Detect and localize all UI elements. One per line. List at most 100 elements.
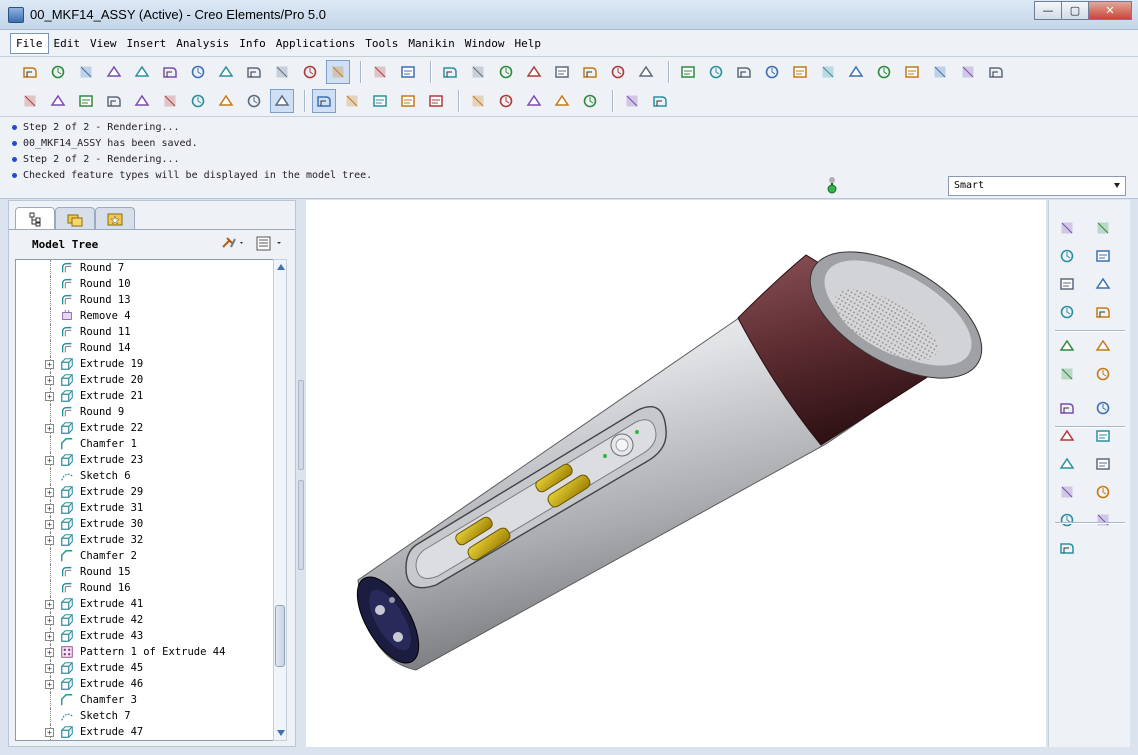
tree-item[interactable]: + Extrude 43 xyxy=(16,628,276,644)
expand-icon[interactable]: + xyxy=(45,456,54,465)
datum-point-display-button[interactable] xyxy=(368,89,392,113)
print-preview-button[interactable] xyxy=(46,60,70,84)
lights-button[interactable] xyxy=(550,89,574,113)
tree-item[interactable]: + Extrude 46 xyxy=(16,676,276,692)
tab-folder-browser[interactable] xyxy=(55,207,95,229)
refit-button[interactable] xyxy=(844,60,868,84)
tree-item[interactable]: Round 10 xyxy=(16,276,276,292)
no-hidden-button[interactable] xyxy=(242,89,266,113)
tree-item[interactable]: + Extrude 31 xyxy=(16,500,276,516)
spin-center-button[interactable] xyxy=(620,89,644,113)
shading-button[interactable] xyxy=(732,60,756,84)
wireframe-button[interactable] xyxy=(186,89,210,113)
paste-button[interactable] xyxy=(494,60,518,84)
menu-file[interactable]: File xyxy=(10,32,49,54)
appearance-button[interactable] xyxy=(466,89,490,113)
close-button[interactable]: ✕ xyxy=(1088,1,1132,20)
hidden-line-button[interactable] xyxy=(214,89,238,113)
edit-button[interactable] xyxy=(158,60,182,84)
tree-item[interactable]: Round 15 xyxy=(16,564,276,580)
regen-manager-button[interactable] xyxy=(578,60,602,84)
sketch-tool-button[interactable] xyxy=(1055,244,1079,268)
expand-icon[interactable]: + xyxy=(45,632,54,641)
help-button[interactable] xyxy=(648,89,672,113)
expand-icon[interactable]: + xyxy=(45,520,54,529)
tree-item[interactable]: Sketch 7 xyxy=(16,708,276,724)
tree-item[interactable]: + Extrude 32 xyxy=(16,532,276,548)
render-button[interactable] xyxy=(494,89,518,113)
named-views-button[interactable] xyxy=(984,60,1008,84)
menu-info[interactable]: Info xyxy=(234,34,271,53)
tree-item[interactable]: Round 14 xyxy=(16,340,276,356)
datum-axis-display-button[interactable] xyxy=(340,89,364,113)
color-palette-button[interactable] xyxy=(326,60,350,84)
component-flexible-button[interactable] xyxy=(1091,480,1115,504)
expand-icon[interactable]: + xyxy=(45,680,54,689)
projection-button[interactable] xyxy=(1091,272,1115,296)
open-button[interactable] xyxy=(18,60,42,84)
menu-view[interactable]: View xyxy=(85,34,122,53)
expand-icon[interactable]: + xyxy=(45,392,54,401)
tree-item[interactable]: + Pattern 1 of Extrude 44 xyxy=(16,644,276,660)
model-tree-scrollbar[interactable] xyxy=(273,259,287,741)
tree-item[interactable]: Round 11 xyxy=(16,324,276,340)
datum-plane-display-button[interactable] xyxy=(312,89,336,113)
mesh-button[interactable] xyxy=(1055,396,1079,420)
replace-button[interactable] xyxy=(130,60,154,84)
csys-tool-button[interactable] xyxy=(1055,334,1079,358)
save-button[interactable] xyxy=(242,60,266,84)
component-assemble-button[interactable] xyxy=(1055,452,1079,476)
open-folder-button[interactable] xyxy=(102,60,126,84)
style-button[interactable] xyxy=(1091,300,1115,324)
save-copy-button[interactable] xyxy=(270,60,294,84)
annotation-display-button[interactable] xyxy=(424,89,448,113)
tab-model-tree[interactable] xyxy=(15,207,55,229)
component-package-button[interactable] xyxy=(1055,480,1079,504)
datum-plane-button[interactable] xyxy=(676,60,700,84)
scroll-up-icon[interactable] xyxy=(277,264,285,270)
orient-button[interactable] xyxy=(956,60,980,84)
round-edge-button[interactable] xyxy=(74,89,98,113)
settings-tools-icon[interactable] xyxy=(221,235,247,251)
zoom-in-button[interactable] xyxy=(872,60,896,84)
analysis-feature-button[interactable] xyxy=(1055,362,1079,386)
microphone-model[interactable] xyxy=(306,200,1046,747)
round-auto-button[interactable] xyxy=(158,89,182,113)
selection-filter-dropdown[interactable]: Smart xyxy=(948,176,1126,196)
expand-icon[interactable]: + xyxy=(45,600,54,609)
expand-icon[interactable]: + xyxy=(45,728,54,737)
datum-axis-tool-button[interactable] xyxy=(1091,244,1115,268)
tree-item[interactable]: + Extrude 20 xyxy=(16,372,276,388)
expand-icon[interactable]: + xyxy=(45,424,54,433)
boundary-blend-button[interactable] xyxy=(1091,334,1115,358)
redo-button[interactable] xyxy=(396,60,420,84)
tree-item[interactable]: Sketch 6 xyxy=(16,468,276,484)
component-create-button[interactable] xyxy=(1091,452,1115,476)
cable-button[interactable] xyxy=(1055,508,1079,532)
layers-button[interactable] xyxy=(788,60,812,84)
regenerate-button[interactable] xyxy=(550,60,574,84)
csys-display-button[interactable] xyxy=(396,89,420,113)
datum-curve-button[interactable] xyxy=(1055,300,1079,324)
tree-item[interactable]: Round 7 xyxy=(16,260,276,276)
tree-item[interactable]: + Extrude 21 xyxy=(16,388,276,404)
check-button[interactable] xyxy=(186,60,210,84)
paste-special-button[interactable] xyxy=(522,60,546,84)
expand-icon[interactable]: + xyxy=(45,616,54,625)
new-button[interactable] xyxy=(74,60,98,84)
datum-point-button[interactable] xyxy=(1055,216,1079,240)
zoom-fit-button[interactable] xyxy=(928,60,952,84)
menu-manikin[interactable]: Manikin xyxy=(403,34,459,53)
tree-item[interactable]: + Extrude 19 xyxy=(16,356,276,372)
tree-item[interactable]: Chamfer 1 xyxy=(16,436,276,452)
tree-item[interactable]: Remove 4 xyxy=(16,308,276,324)
sheetmetal-button[interactable] xyxy=(1091,508,1115,532)
minimize-button[interactable]: — xyxy=(1034,1,1062,20)
tree-item[interactable]: + Extrude 30 xyxy=(16,516,276,532)
tree-item[interactable]: Round 16 xyxy=(16,580,276,596)
tree-item[interactable]: + Extrude 41 xyxy=(16,596,276,612)
tree-item[interactable]: Round 9 xyxy=(16,404,276,420)
expand-icon[interactable]: + xyxy=(45,376,54,385)
maximize-button[interactable]: ▢ xyxy=(1061,1,1089,20)
shading-cube-button[interactable] xyxy=(270,89,294,113)
